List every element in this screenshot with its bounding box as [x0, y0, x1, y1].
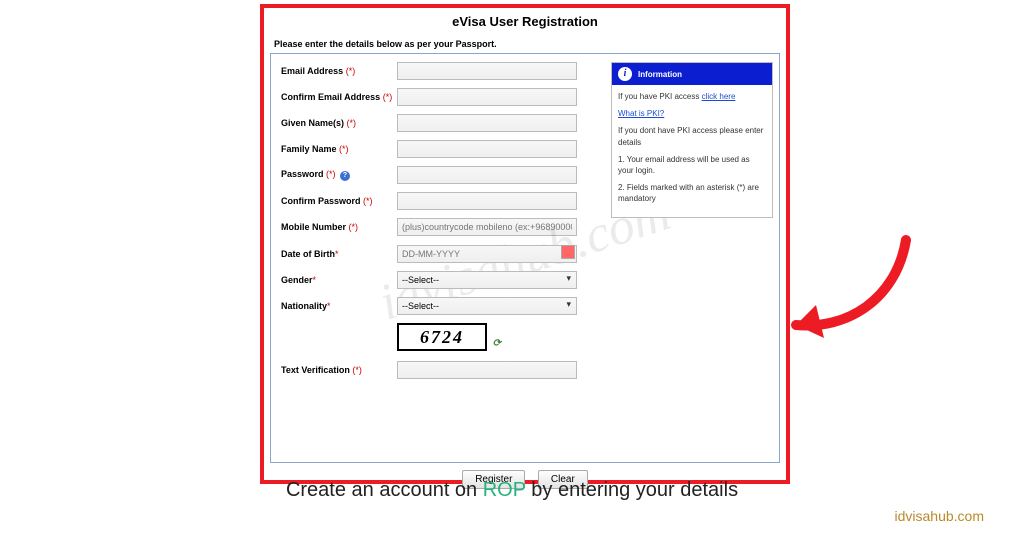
info-note-2: 2. Fields marked with an asterisk (*) ar…	[618, 182, 766, 204]
captcha-image: 6724 ⟳	[397, 323, 487, 351]
nationality-select[interactable]: --Select--	[397, 297, 577, 315]
registration-form: idvisahub.com Email Address (*) Confirm …	[270, 53, 780, 463]
refresh-captcha-icon[interactable]: ⟳	[493, 338, 503, 349]
family-name-label: Family Name (*)	[277, 144, 397, 154]
nationality-label: Nationality*	[277, 301, 397, 311]
no-pki-text: If you dont have PKI access please enter…	[618, 125, 766, 147]
calendar-icon[interactable]	[561, 245, 575, 259]
gender-select[interactable]: --Select--	[397, 271, 577, 289]
mobile-field[interactable]	[397, 218, 577, 236]
info-note-1: 1. Your email address will be used as yo…	[618, 154, 766, 176]
dob-field[interactable]	[397, 245, 577, 263]
password-help-icon[interactable]: ?	[340, 171, 350, 181]
password-label: Password (*) ?	[277, 169, 397, 181]
instruction-text: Please enter the details below as per yo…	[274, 39, 786, 49]
given-names-field[interactable]	[397, 114, 577, 132]
confirm-email-field[interactable]	[397, 88, 577, 106]
caption-highlight: ROP	[483, 479, 526, 501]
pki-text: If you have PKI access	[618, 92, 702, 101]
confirm-password-field[interactable]	[397, 192, 577, 210]
email-label: Email Address (*)	[277, 66, 397, 76]
email-field[interactable]	[397, 62, 577, 80]
text-verification-label: Text Verification (*)	[277, 365, 397, 375]
given-names-label: Given Name(s) (*)	[277, 118, 397, 128]
confirm-password-label: Confirm Password (*)	[277, 196, 397, 206]
page-title: eVisa User Registration	[264, 14, 786, 29]
site-brand: idvisahub.com	[895, 508, 985, 524]
password-field[interactable]	[397, 166, 577, 184]
gender-label: Gender*	[277, 275, 397, 285]
mobile-label: Mobile Number (*)	[277, 222, 397, 232]
screenshot-frame: eVisa User Registration Please enter the…	[260, 4, 790, 484]
information-panel: i Information If you have PKI access cli…	[611, 62, 773, 218]
information-header: i Information	[612, 63, 772, 85]
info-icon: i	[618, 67, 632, 81]
text-verification-field[interactable]	[397, 361, 577, 379]
what-is-pki-link[interactable]: What is PKI?	[618, 109, 664, 118]
pki-click-here-link[interactable]: click here	[702, 92, 736, 101]
confirm-email-label: Confirm Email Address (*)	[277, 92, 397, 102]
caption-text: Create an account on ROP by entering you…	[0, 479, 1024, 502]
dob-label: Date of Birth*	[277, 249, 397, 259]
annotation-arrow-icon	[776, 230, 916, 360]
family-name-field[interactable]	[397, 140, 577, 158]
